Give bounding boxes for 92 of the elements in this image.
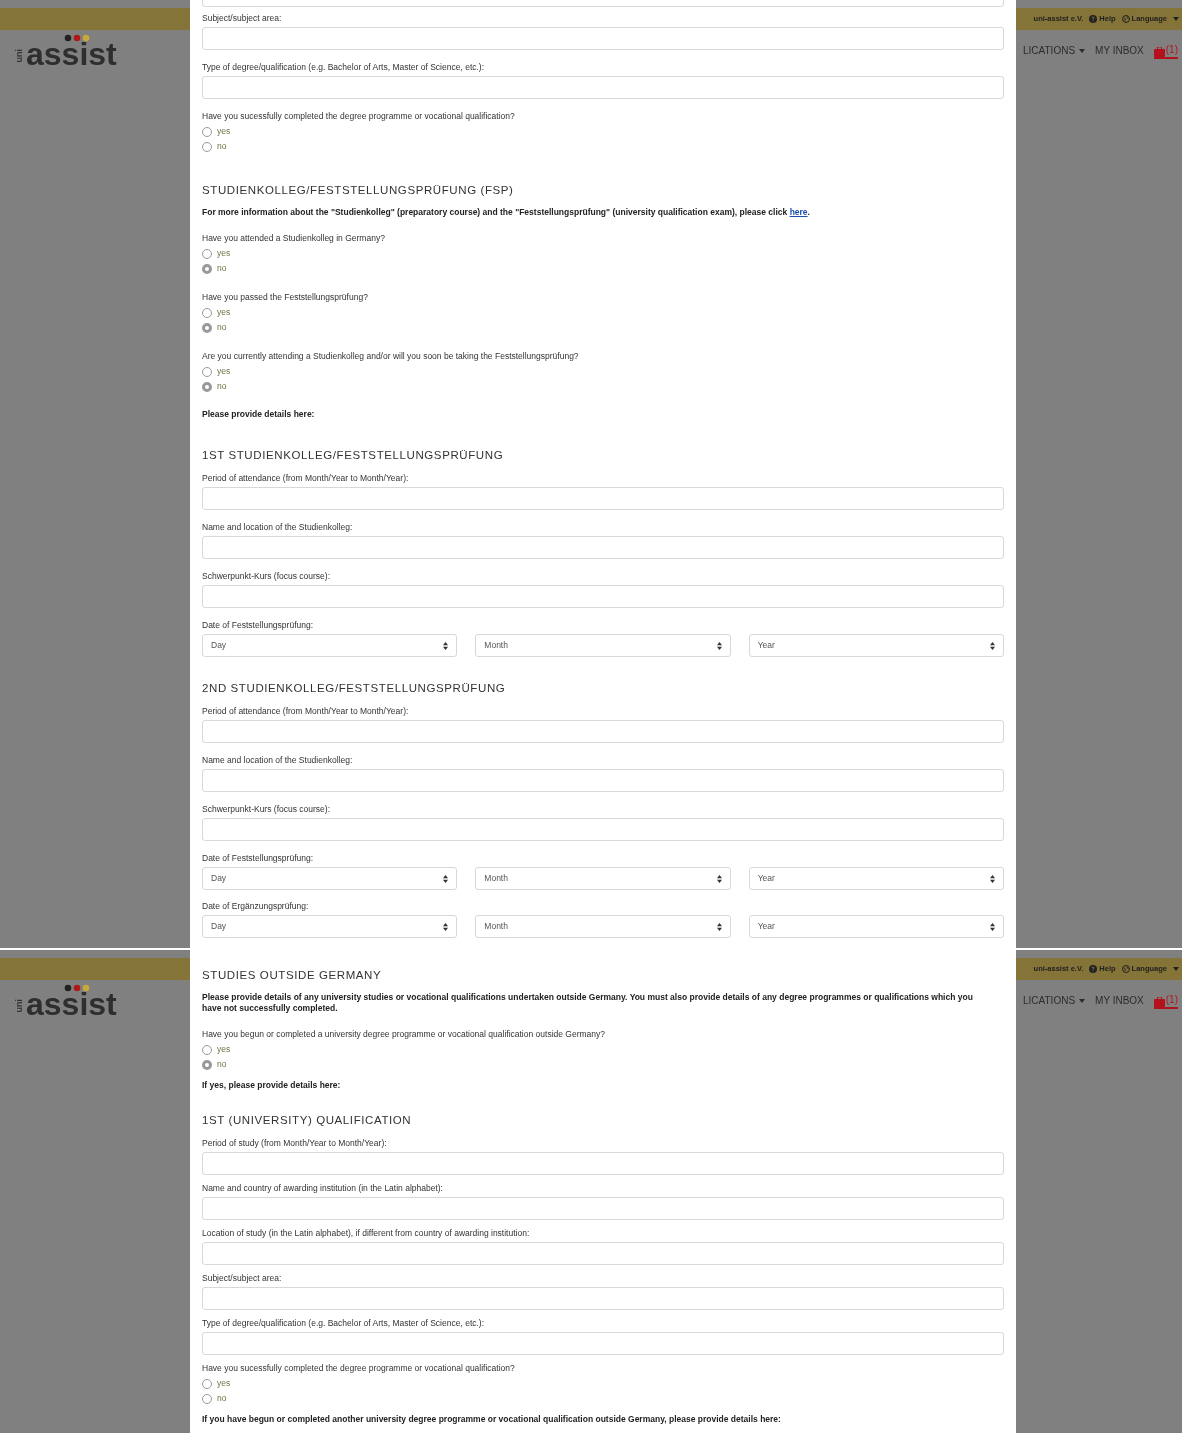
select-dropdown[interactable]: Month [475,867,731,890]
section-heading: STUDIES OUTSIDE GERMANY [202,968,383,982]
nav-link[interactable]: LICATIONS [1023,43,1086,58]
question-label: Have you begun or completed a university degree programme or vocational qualification outside Germany? [202,1028,607,1040]
select-dropdown[interactable]: Day [202,634,458,657]
logo: uni assist [12,33,118,70]
field-label: Period of study (from Month/Year to Month/Year): [202,1137,388,1149]
note-text: Please provide details of any university studies or vocational qualifications undertaken outside Germany. You must also provide details of any degree programmes or qualifications which you have not successfully completed. [202,992,974,1014]
field-label: Name and location of the Studienkolleg: [202,754,354,766]
nav-link[interactable]: LICATIONS [1023,993,1086,1008]
radio-option[interactable]: yes [202,1376,1004,1391]
field-label: Type of degree/qualification (e.g. Bachelor of Arts, Master of Science, etc.): [202,1317,486,1329]
input-field[interactable] [202,27,1004,50]
radio-option[interactable]: yes [202,364,1004,379]
field-label: Name and country of awarding institution (in the Latin alphabet): [202,1182,444,1194]
field-label: Name and location of the Studienkolleg: [202,521,354,533]
field-label: Subject/subject area: [202,1272,283,1284]
radio-option[interactable]: no [202,139,1004,154]
section-heading: 1ST STUDIENKOLLEG/FESTSTELLUNGSPRÜFUNG [202,448,505,462]
input-field[interactable] [202,720,1004,743]
field-label: Period of attendance (from Month/Year to Month/Year): [202,472,410,484]
up-down-icon [990,922,995,931]
field-label: Date of Feststellungsprüfung: [202,619,315,631]
section-heading: 2ND STUDIENKOLLEG/FESTSTELLUNGSPRÜFUNG [202,681,507,695]
briefcase-icon [1153,997,1165,1007]
up-down-icon [443,874,449,883]
input-field[interactable] [202,1287,1004,1310]
question-label: Have you passed the Feststellungsprüfung? [202,291,369,303]
section-heading: 1ST (UNIVERSITY) QUALIFICATION [202,1113,413,1127]
logo: uni assist [12,983,118,1020]
up-down-icon [990,874,995,883]
globe-icon [1121,965,1130,973]
input-field[interactable] [202,585,1004,608]
dots-icon [64,984,92,992]
globe-icon [1121,15,1130,23]
up-down-icon [716,922,722,931]
input-field[interactable] [202,1332,1004,1355]
nav-link[interactable]: MY INBOX [1095,993,1144,1008]
nav-link[interactable]: MY INBOX [1095,43,1144,58]
up-down-icon [990,641,995,650]
up-down-icon [443,641,449,650]
radio-option[interactable]: yes [202,1042,1004,1057]
caret-icon [1173,967,1179,971]
question-label: Are you currently attending a Studienkolleg and/or will you soon be taking the Feststellungsprüfung? [202,350,580,362]
select-dropdown[interactable]: Year [748,915,1004,938]
field-label: Subject/subject area: [202,12,283,24]
up-down-icon [443,922,449,931]
question-label: Have you sucessfully completed the degree programme or vocational qualification? [202,110,516,122]
input-field[interactable] [202,1242,1004,1265]
here-link[interactable]: here [789,207,808,217]
dots-icon [64,34,92,42]
select-dropdown[interactable]: Month [475,915,731,938]
select-dropdown[interactable]: Year [748,634,1004,657]
radio-option[interactable]: no [202,379,1004,394]
select-dropdown[interactable]: Year [748,867,1004,890]
radio-option[interactable]: no [202,261,1004,276]
input-field[interactable] [202,76,1004,99]
radio-option[interactable]: no [202,1057,1004,1072]
field-label: Date of Ergänzungsprüfung: [202,900,310,912]
select-dropdown[interactable]: Day [202,915,458,938]
radio-option[interactable]: yes [202,246,1004,261]
question-label: Have you sucessfully completed the degree programme or vocational qualification? [202,1362,516,1374]
note-text: For more information about the "Studienkolleg" (preparatory course) and the "Feststellungsprüfung" (university qualification exam), please click here. [202,207,811,218]
section-heading: STUDIENKOLLEG/FESTSTELLUNGSPRÜFUNG (FSP) [202,183,515,197]
field-label: Period of attendance (from Month/Year to Month/Year): [202,705,410,717]
note-text: Please provide details here: [202,409,316,420]
radio-option[interactable]: yes [202,124,1004,139]
input-field[interactable] [202,818,1004,841]
input-field[interactable] [202,1197,1004,1220]
input-field[interactable] [202,1152,1004,1175]
field-label: Schwerpunkt-Kurs (focus course): [202,803,332,815]
briefcase-icon [1153,47,1165,57]
radio-option[interactable]: no [202,1391,1004,1406]
input-field[interactable] [202,536,1004,559]
select-dropdown[interactable]: Day [202,867,458,890]
help-icon [1089,15,1098,23]
radio-option[interactable]: yes [202,305,1004,320]
field-label: Type of degree/qualification (e.g. Bachelor of Arts, Master of Science, etc.): [202,61,486,73]
input-field[interactable] [202,487,1004,510]
caret-icon [1173,17,1179,21]
help-icon [1089,965,1098,973]
input-field[interactable] [202,769,1004,792]
up-down-icon [716,874,722,883]
note-text: If you have begun or completed another university degree programme or vocational qualification outside Germany, please provide details here: [202,1414,782,1425]
field-label: Date of Feststellungsprüfung: [202,852,315,864]
field-label: Location of study (in the Latin alphabet), if different from country of awarding institution: [202,1227,531,1239]
question-label: Have you attended a Studienkolleg in Germany? [202,232,386,244]
select-dropdown[interactable]: Month [475,634,731,657]
note-text: If yes, please provide details here: [202,1080,342,1091]
radio-option[interactable]: no [202,320,1004,335]
field-label: Schwerpunkt-Kurs (focus course): [202,570,332,582]
up-down-icon [716,641,722,650]
